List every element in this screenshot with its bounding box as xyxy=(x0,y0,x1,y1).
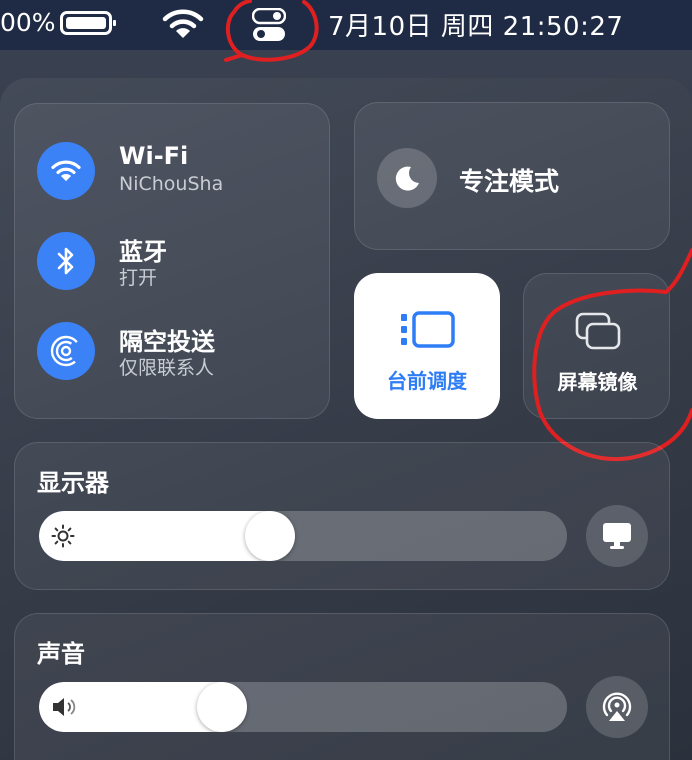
battery-percentage: 00% xyxy=(0,8,56,37)
wifi-label: Wi-Fi xyxy=(119,142,189,170)
connectivity-module: Wi-Fi NiChouSha 蓝牙 打开 隔空投送 仅限联系人 xyxy=(14,103,330,419)
menu-bar: 00% 7月10日 周四 21:50:27 xyxy=(0,0,692,50)
airdrop-status: 仅限联系人 xyxy=(119,357,215,379)
bluetooth-status: 打开 xyxy=(119,267,158,289)
brightness-slider[interactable] xyxy=(39,511,567,561)
display-title: 显示器 xyxy=(37,469,109,497)
display-module: 显示器 xyxy=(14,442,670,590)
display-settings-button[interactable] xyxy=(586,505,648,567)
sound-title: 声音 xyxy=(37,640,85,668)
stage-manager-button[interactable]: 台前调度 xyxy=(354,273,500,419)
airdrop-label: 隔空投送 xyxy=(119,328,215,356)
focus-mode-label: 专注模式 xyxy=(459,167,560,196)
screen-mirroring-icon xyxy=(575,312,621,350)
wifi-icon[interactable] xyxy=(37,142,95,200)
focus-mode-button[interactable]: 专注模式 xyxy=(354,102,670,250)
moon-icon xyxy=(377,148,437,208)
control-center-icon[interactable] xyxy=(252,8,286,42)
screen-mirroring-label: 屏幕镜像 xyxy=(557,370,638,394)
battery-icon[interactable] xyxy=(60,11,116,35)
airdrop-icon[interactable] xyxy=(37,322,95,380)
airplay-audio-icon xyxy=(602,692,632,721)
screen-mirroring-button[interactable]: 屏幕镜像 xyxy=(523,273,670,419)
stage-manager-label: 台前调度 xyxy=(387,369,467,393)
volume-knob[interactable] xyxy=(196,682,247,732)
bluetooth-label: 蓝牙 xyxy=(119,238,167,266)
brightness-knob[interactable] xyxy=(244,511,295,561)
wifi-icon[interactable] xyxy=(161,6,205,42)
wifi-network-name: NiChouSha xyxy=(119,173,224,195)
bluetooth-icon[interactable] xyxy=(37,232,95,290)
stage-manager-icon xyxy=(401,311,455,348)
menu-bar-clock[interactable]: 7月10日 周四 21:50:27 xyxy=(328,6,623,43)
audio-output-button[interactable] xyxy=(586,676,648,738)
speaker-icon xyxy=(53,698,76,716)
monitor-icon xyxy=(603,523,631,549)
sun-icon xyxy=(51,524,75,548)
sound-module: 声音 xyxy=(14,613,670,760)
volume-slider[interactable] xyxy=(39,682,567,732)
